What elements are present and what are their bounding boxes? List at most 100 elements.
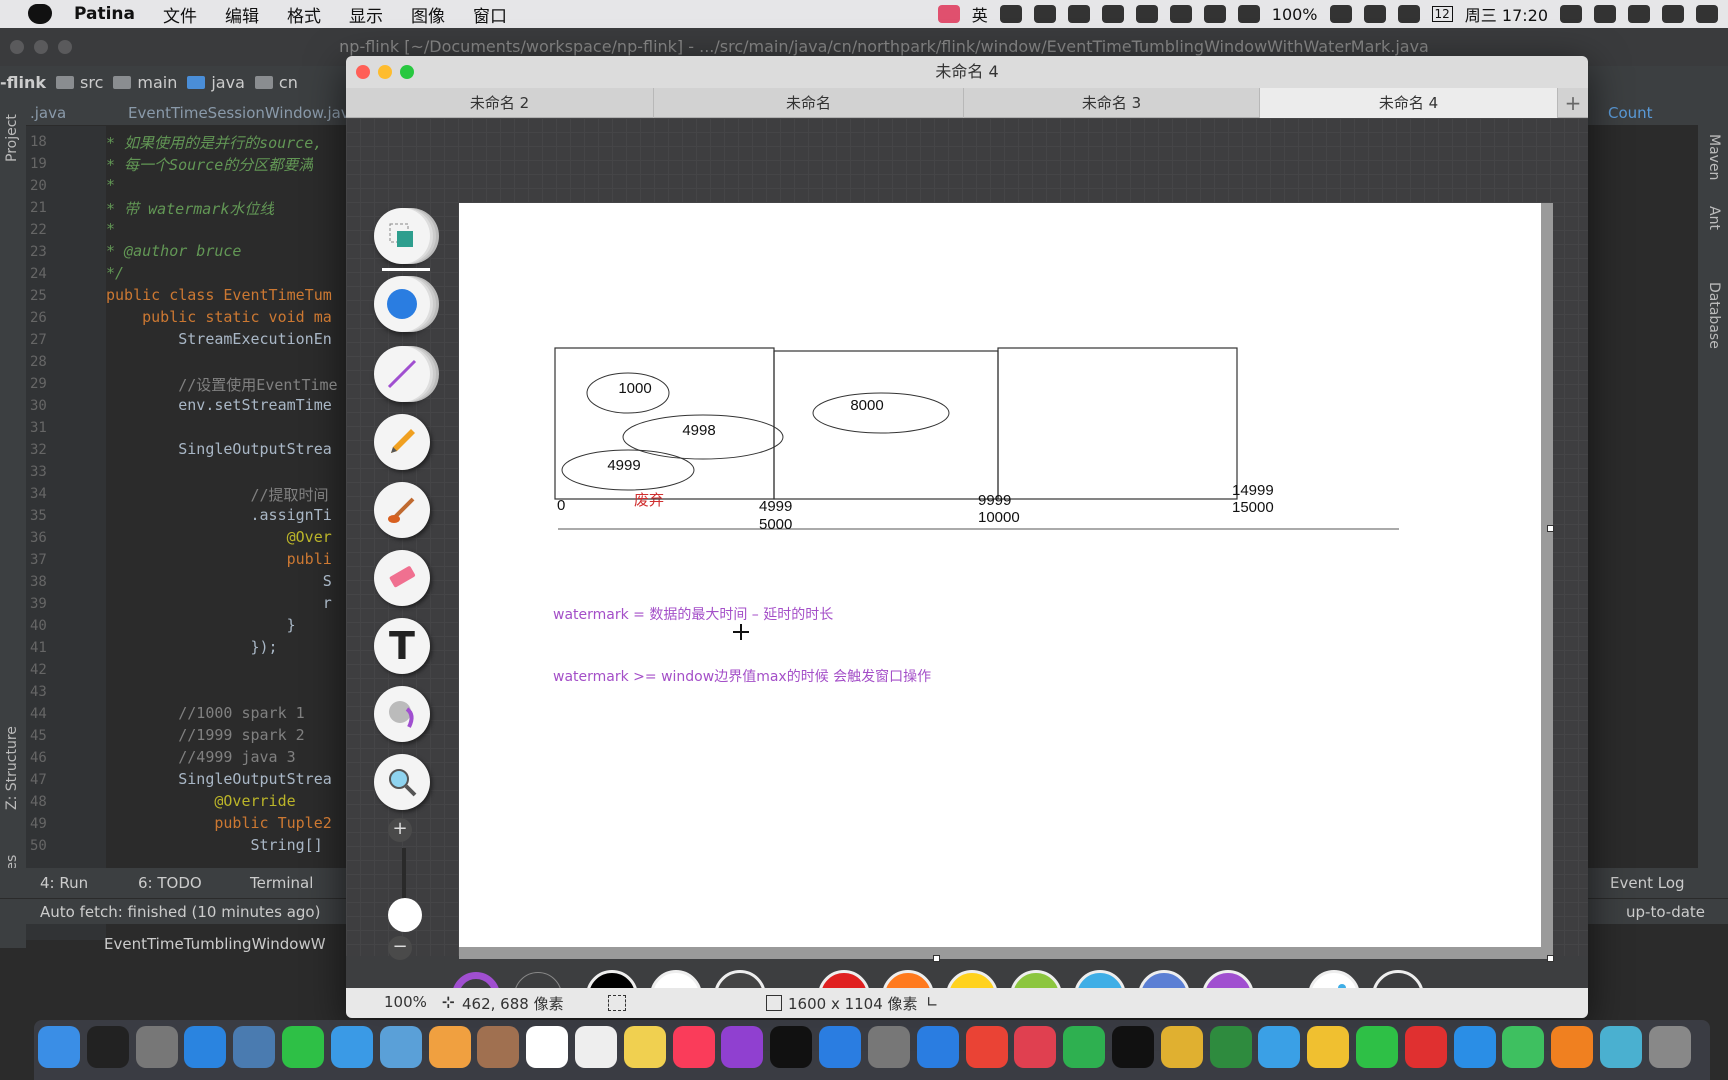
tool-ant[interactable]: Ant: [1706, 206, 1722, 230]
code-line[interactable]: }: [106, 616, 296, 634]
tool-project[interactable]: Project: [4, 114, 20, 162]
camtasia-icon[interactable]: [1502, 1026, 1545, 1068]
ide-minimize-button[interactable]: [34, 40, 48, 54]
code-line[interactable]: SingleOutputStrea: [106, 770, 332, 788]
ide-close-button[interactable]: [10, 40, 24, 54]
calendar-icon[interactable]: [526, 1026, 569, 1068]
code-line[interactable]: * 带 watermark水位线: [106, 198, 274, 219]
code-line[interactable]: SingleOutputStrea: [106, 440, 332, 458]
maps-icon[interactable]: [379, 1026, 422, 1068]
xcode-instruments-icon[interactable]: [916, 1026, 959, 1068]
lark-icon[interactable]: [1258, 1026, 1301, 1068]
brush-tool[interactable]: [374, 482, 430, 538]
podcasts-icon[interactable]: [721, 1026, 764, 1068]
code-line[interactable]: //设置使用EventTime: [106, 374, 337, 395]
code-line[interactable]: public static void ma: [106, 308, 332, 326]
menu-window[interactable]: 窗口: [473, 2, 507, 27]
code-line[interactable]: */: [106, 264, 124, 282]
text-tool[interactable]: T: [374, 618, 430, 674]
battery-icon[interactable]: [1329, 5, 1352, 23]
bluetooth-icon[interactable]: [1363, 5, 1386, 23]
launchpad-icon[interactable]: [135, 1026, 178, 1068]
code-line[interactable]: env.setStreamTime: [106, 396, 332, 414]
wechat-icon[interactable]: [1033, 5, 1056, 23]
menu-view[interactable]: 显示: [349, 2, 383, 27]
battery-percent[interactable]: 100%: [1272, 5, 1318, 24]
airplay-icon[interactable]: [1560, 5, 1582, 23]
code-line[interactable]: StreamExecutionEn: [106, 330, 332, 348]
code-line[interactable]: publi: [106, 550, 332, 568]
zoom-button[interactable]: [400, 65, 414, 79]
resize-handle-corner[interactable]: [1547, 955, 1554, 962]
ide-zoom-button[interactable]: [58, 40, 72, 54]
sync-icon[interactable]: [1203, 5, 1226, 23]
qq-icon[interactable]: [1111, 1026, 1154, 1068]
code-line[interactable]: });: [106, 638, 277, 656]
zoom-slider-knob[interactable]: [388, 898, 422, 932]
app-menu[interactable]: Patina: [74, 4, 135, 24]
code-line[interactable]: @Override: [106, 792, 295, 810]
wechat-icon[interactable]: [1356, 1026, 1399, 1068]
trash-icon[interactable]: [1648, 1026, 1691, 1068]
intellij-icon[interactable]: [1014, 1026, 1057, 1068]
music-icon[interactable]: [672, 1026, 715, 1068]
select-tool[interactable]: [374, 208, 430, 264]
breadcrumb-cn[interactable]: cn: [254, 73, 298, 92]
preview-icon[interactable]: [233, 1026, 276, 1068]
tool-structure[interactable]: Z: Structure: [4, 726, 20, 810]
terminal-icon[interactable]: [86, 1026, 129, 1068]
breadcrumb-main[interactable]: main: [113, 73, 177, 92]
tool-event-log[interactable]: Event Log: [1610, 874, 1685, 892]
code-line[interactable]: //1000 spark 1: [106, 704, 304, 722]
tool-terminal[interactable]: Terminal: [250, 874, 313, 892]
code-line[interactable]: public Tuple2: [106, 814, 331, 832]
breadcrumb-project[interactable]: -flink: [0, 73, 46, 92]
code-line[interactable]: * 如果使用的是并行的source,: [106, 132, 322, 153]
send-icon[interactable]: [1101, 5, 1124, 23]
doc-tab-2[interactable]: 未命名: [654, 88, 964, 118]
zoom-out-button[interactable]: −: [388, 936, 412, 960]
xshell-icon[interactable]: [1307, 1026, 1350, 1068]
editor-tab-count[interactable]: Count: [1608, 104, 1653, 122]
menu-edit[interactable]: 编辑: [225, 2, 259, 27]
breadcrumb-java[interactable]: java: [187, 73, 245, 92]
code-line[interactable]: //1999 spark 2: [106, 726, 304, 744]
spotlight-icon[interactable]: [1628, 5, 1650, 23]
siri-icon[interactable]: [1662, 5, 1684, 23]
code-line[interactable]: r: [106, 594, 332, 612]
code-line[interactable]: * 每一个Source的分区都要满: [106, 154, 313, 175]
vcs-status[interactable]: up-to-date: [1626, 903, 1705, 921]
cloud-icon[interactable]: [1135, 5, 1158, 23]
clock[interactable]: 周三 17:20: [1465, 2, 1548, 26]
tool-database[interactable]: Database: [1706, 282, 1722, 349]
photos-icon[interactable]: [428, 1026, 471, 1068]
code-line[interactable]: //4999 java 3: [106, 748, 295, 766]
notification-icon[interactable]: [999, 5, 1022, 23]
shape-tool[interactable]: [374, 276, 430, 332]
notification-center-icon[interactable]: [1696, 5, 1718, 23]
zoom-level[interactable]: 100%: [384, 993, 427, 1011]
transmit-icon[interactable]: [1160, 1026, 1203, 1068]
pencil-tool[interactable]: [374, 414, 430, 470]
messages-icon[interactable]: [330, 1026, 373, 1068]
editor-tab-session-window[interactable]: EventTimeSessionWindow.java: [128, 104, 359, 122]
notes-icon[interactable]: [623, 1026, 666, 1068]
tool-run[interactable]: 4: Run: [40, 874, 88, 892]
breadcrumb-src[interactable]: src: [56, 73, 103, 92]
eraser-tool[interactable]: [374, 550, 430, 606]
close-button[interactable]: [356, 65, 370, 79]
status-app-icon[interactable]: [937, 5, 960, 23]
volume-icon[interactable]: [1397, 5, 1420, 23]
code-line[interactable]: * @author bruce: [106, 242, 241, 260]
excel-icon[interactable]: [1209, 1026, 1252, 1068]
zoom-in-button[interactable]: +: [388, 818, 412, 842]
resize-handle-bottom[interactable]: [933, 955, 940, 962]
xmind-icon[interactable]: [1404, 1026, 1447, 1068]
time-machine-icon[interactable]: [1594, 5, 1616, 23]
apple-tv-icon[interactable]: [770, 1026, 813, 1068]
code-line[interactable]: *: [106, 220, 115, 238]
tool-todo[interactable]: 6: TODO: [138, 874, 202, 892]
doc-tab-4[interactable]: 未命名 4: [1260, 88, 1558, 118]
app-store-icon[interactable]: [819, 1026, 862, 1068]
wifi-icon[interactable]: [1237, 5, 1260, 23]
